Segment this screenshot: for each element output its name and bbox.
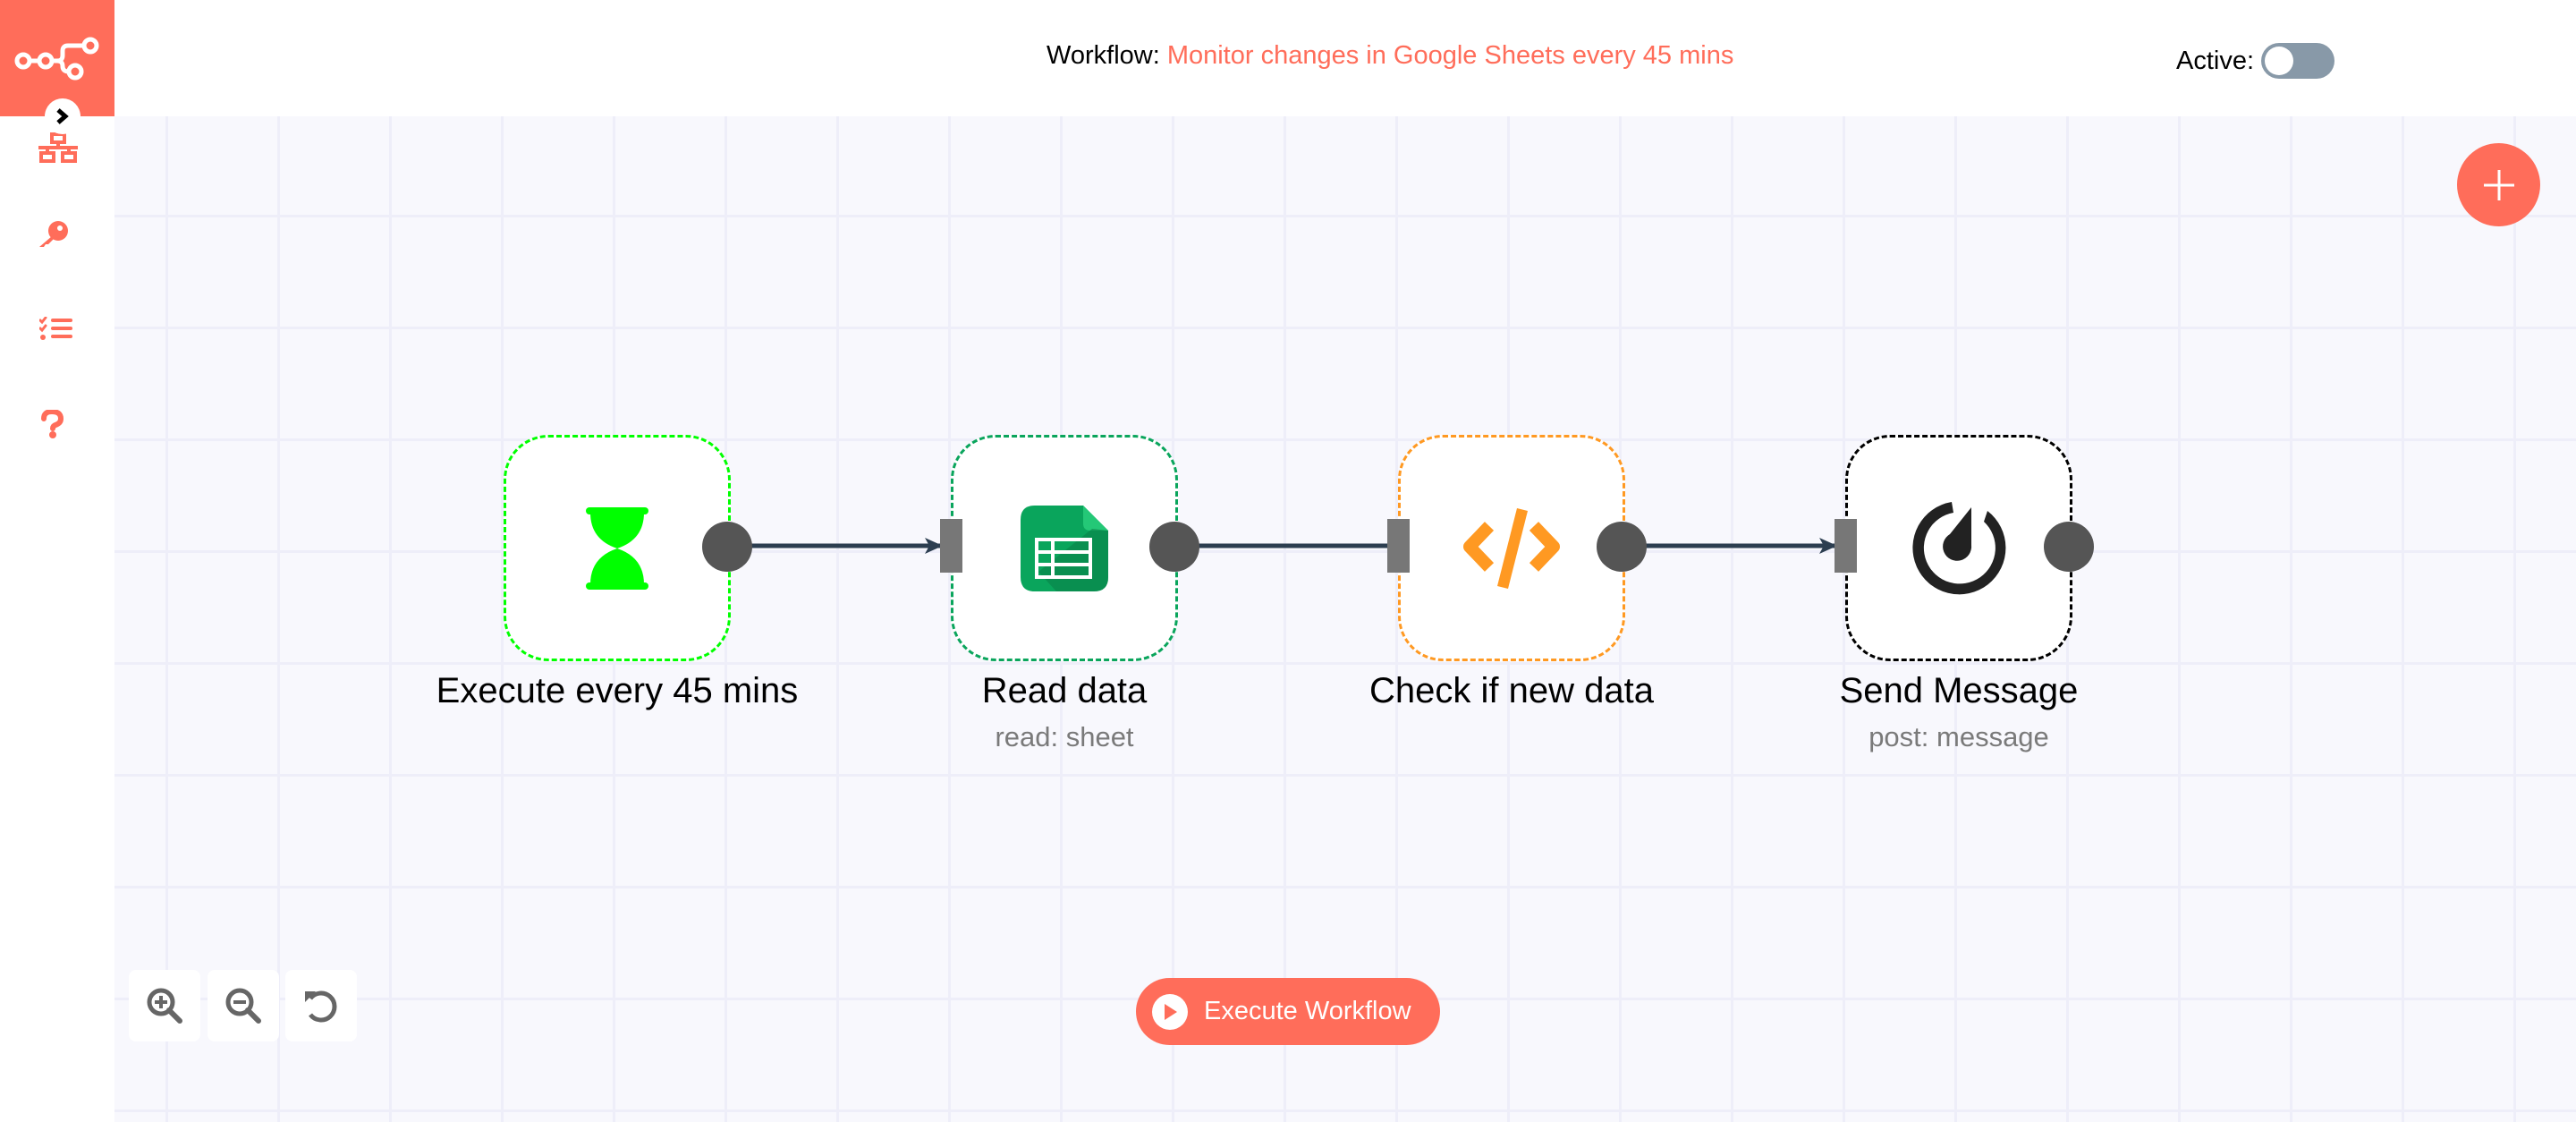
n8n-logo-icon <box>14 37 99 81</box>
code-icon <box>1463 507 1560 589</box>
node-input-handle[interactable] <box>1387 519 1410 573</box>
sidebar-collapse-button[interactable] <box>45 98 80 134</box>
hourglass-icon <box>586 506 648 590</box>
node-input-handle[interactable] <box>1835 519 1857 573</box>
chevron-right-icon <box>56 108 69 124</box>
workflow-node[interactable] <box>504 435 731 661</box>
workflow-name[interactable]: Monitor changes in Google Sheets every 4… <box>1167 41 1734 70</box>
google-sheets-icon <box>1021 505 1108 591</box>
mattermost-icon <box>1912 501 2006 594</box>
node-subtitle: post: message <box>1868 721 2049 752</box>
play-icon <box>1152 993 1188 1030</box>
node-title: Read data <box>981 671 1148 710</box>
node-output-handle[interactable] <box>1597 522 1647 572</box>
zoom-in-button[interactable] <box>129 970 200 1041</box>
sidebar <box>0 0 114 1122</box>
workflow-canvas[interactable] <box>114 116 2576 1122</box>
active-control: Active: <box>2176 43 2335 79</box>
toggle-knob <box>2265 47 2294 75</box>
sidebar-item-executions[interactable] <box>34 307 79 352</box>
tasks-list-icon <box>39 317 72 340</box>
execute-workflow-button[interactable]: Execute Workflow <box>1136 978 1440 1045</box>
sidebar-item-help[interactable] <box>30 402 75 446</box>
node-title: Send Message <box>1839 671 2079 710</box>
node-title: Check if new data <box>1369 671 1654 710</box>
workflow-node[interactable] <box>1398 435 1625 661</box>
node-subtitle: read: sheet <box>995 721 1134 752</box>
reset-zoom-button[interactable] <box>285 970 357 1041</box>
node-input-handle[interactable] <box>940 519 962 573</box>
active-label: Active: <box>2176 46 2255 75</box>
node-output-handle[interactable] <box>1149 522 1199 572</box>
n8n-editor: Workflow: Monitor changes in Google Shee… <box>0 0 2576 1122</box>
network-icon <box>38 132 78 163</box>
node-output-handle[interactable] <box>2044 522 2094 572</box>
zoom-out-icon <box>225 988 261 1024</box>
workflow-node[interactable] <box>951 435 1178 661</box>
key-icon <box>39 221 68 247</box>
active-toggle[interactable] <box>2261 43 2335 79</box>
question-icon <box>41 410 64 438</box>
plus-icon <box>2483 169 2514 200</box>
workflow-title: Workflow: Monitor changes in Google Shee… <box>1046 41 1733 71</box>
workflow-title-prefix: Workflow: <box>1046 41 1160 70</box>
execute-workflow-label: Execute Workflow <box>1204 997 1411 1025</box>
add-node-button[interactable] <box>2457 143 2540 226</box>
reset-zoom-icon <box>305 990 337 1023</box>
zoom-out-button[interactable] <box>208 970 279 1041</box>
sidebar-item-credentials[interactable] <box>31 212 76 257</box>
workflow-node[interactable] <box>1845 435 2072 661</box>
node-output-handle[interactable] <box>702 522 752 572</box>
zoom-in-icon <box>147 988 182 1024</box>
node-title: Execute every 45 mins <box>436 671 799 710</box>
